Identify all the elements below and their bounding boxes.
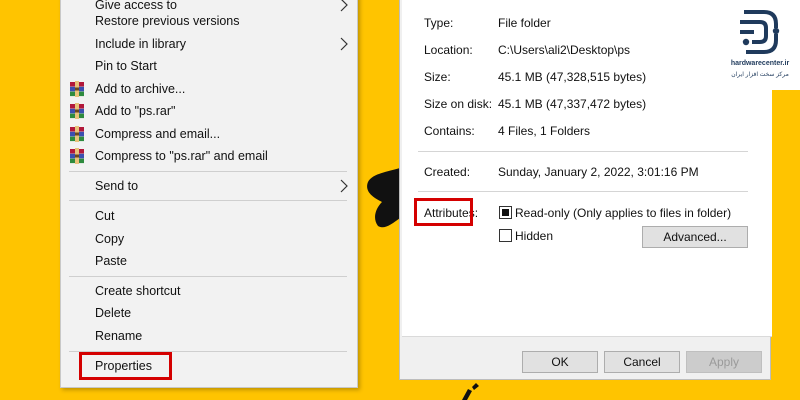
winrar-icon (70, 148, 84, 164)
size-value: 45.1 MB (47,328,515 bytes) (498, 70, 647, 84)
hardwarecenter-logo: hardwarecenter.ir مرکز سخت افزار ایران (716, 0, 800, 90)
menu-item-label: Add to archive... (95, 82, 186, 96)
menu-item-create-shortcut[interactable]: Create shortcut (61, 280, 357, 302)
menu-separator (69, 351, 347, 352)
contains-value: 4 Files, 1 Folders (498, 124, 591, 138)
menu-item-label: Create shortcut (95, 284, 181, 298)
menu-item-add-to-archive[interactable]: Add to archive... (61, 78, 357, 100)
readonly-checkbox[interactable] (499, 206, 512, 219)
menu-item-copy[interactable]: Copy (61, 228, 357, 250)
type-label: Type: (424, 16, 454, 30)
menu-item-label: Rename (95, 329, 143, 343)
dialog-separator (418, 151, 748, 152)
winrar-icon (70, 126, 84, 142)
size-label: Size: (424, 70, 451, 84)
menu-item-label: Pin to Start (95, 59, 157, 73)
menu-item-label: Properties (95, 359, 152, 373)
menu-separator (69, 200, 347, 201)
menu-item-pin-to-start[interactable]: Pin to Start (61, 55, 357, 77)
winrar-icon (70, 81, 84, 97)
chevron-right-icon (340, 37, 348, 51)
menu-item-delete[interactable]: Delete (61, 302, 357, 324)
readonly-label: Read-only (Only applies to files in fold… (515, 206, 732, 220)
dialog-separator (418, 191, 748, 192)
menu-item-add-to-ps-rar[interactable]: Add to "ps.rar" (61, 100, 357, 122)
menu-item-include-in-library[interactable]: Include in library (61, 33, 357, 55)
logo-name: hardwarecenter.ir (730, 60, 790, 67)
circuit-logo-icon (740, 10, 780, 54)
menu-item-rename[interactable]: Rename (61, 325, 357, 347)
menu-item-cut[interactable]: Cut (61, 205, 357, 227)
location-label: Location: (424, 43, 473, 57)
created-label: Created: (424, 165, 471, 179)
size-on-disk-value: 45.1 MB (47,337,472 bytes) (498, 97, 647, 111)
menu-item-label: Delete (95, 306, 132, 320)
menu-item-label: Send to (95, 179, 139, 193)
location-value: C:\Users\ali2\Desktop\ps (498, 43, 631, 57)
menu-item-label: Compress and email... (95, 127, 221, 141)
menu-item-properties[interactable]: Properties (61, 355, 357, 377)
menu-item-label: Restore previous versions (95, 14, 240, 28)
menu-item-label: Include in library (95, 37, 187, 51)
hidden-label: Hidden (515, 229, 554, 243)
menu-item-paste[interactable]: Paste (61, 250, 357, 272)
menu-item-label: Add to "ps.rar" (95, 104, 176, 118)
type-value: File folder (498, 16, 551, 30)
logo-subtitle: مرکز سخت افزار ایران (731, 72, 789, 78)
menu-item-label: Cut (95, 209, 115, 223)
apply-button[interactable]: Apply (686, 351, 762, 373)
contains-label: Contains: (424, 124, 475, 138)
menu-separator (69, 171, 347, 172)
menu-item-compress-to-ps-rar-and-email[interactable]: Compress to "ps.rar" and email (61, 145, 357, 167)
menu-item-restore-previous-versions[interactable]: Restore previous versions (61, 10, 357, 32)
ok-button[interactable]: OK (522, 351, 598, 373)
advanced-button[interactable]: Advanced... (642, 226, 748, 248)
cancel-button[interactable]: Cancel (604, 351, 680, 373)
menu-separator (69, 276, 347, 277)
menu-item-label: Copy (95, 232, 125, 246)
created-value: Sunday, January 2, 2022, 3:01:16 PM (498, 165, 699, 179)
menu-item-label: Paste (95, 254, 127, 268)
menu-item-compress-and-email[interactable]: Compress and email... (61, 123, 357, 145)
menu-item-send-to[interactable]: Send to (61, 175, 357, 197)
chevron-right-icon (340, 179, 348, 193)
hidden-checkbox[interactable] (499, 229, 512, 242)
decorative-mark (462, 383, 479, 400)
attributes-label: Attributes: (424, 206, 479, 220)
context-menu: Give access to Restore previous versions… (60, 0, 358, 388)
winrar-icon (70, 103, 84, 119)
decorative-shape (367, 168, 400, 228)
menu-item-label: Compress to "ps.rar" and email (95, 149, 268, 163)
size-on-disk-label: Size on disk: (424, 97, 493, 111)
